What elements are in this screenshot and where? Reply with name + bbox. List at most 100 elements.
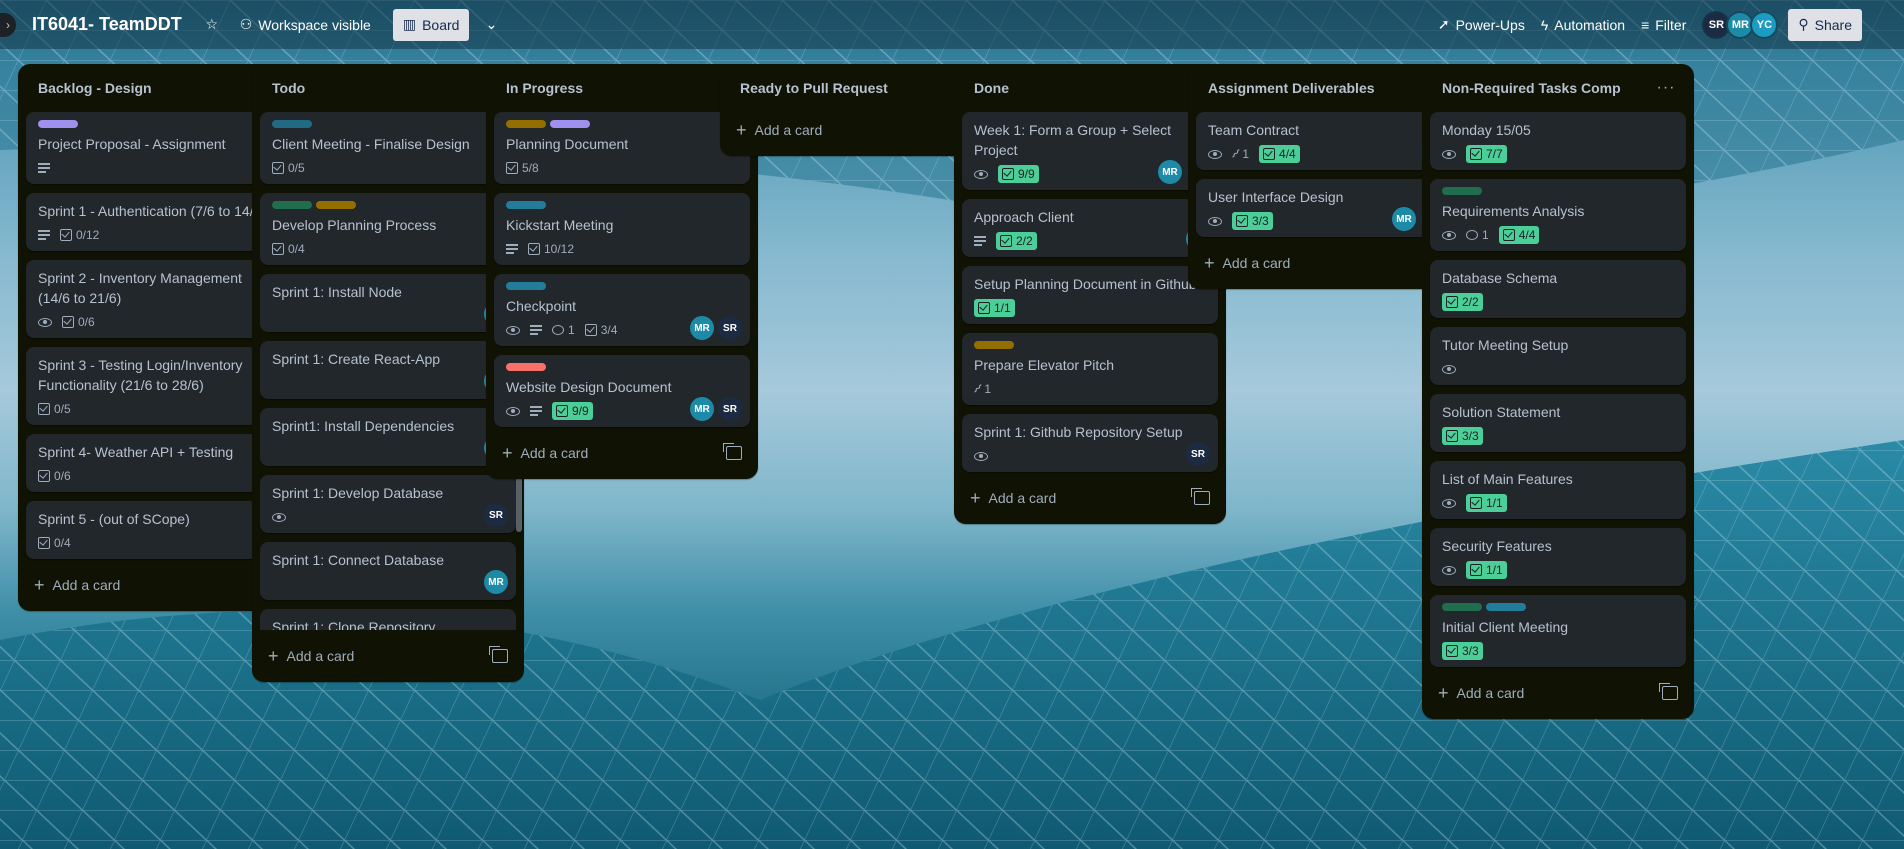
avatar[interactable]: SR: [718, 397, 742, 421]
card[interactable]: Requirements Analysis 1 4/4: [1430, 179, 1686, 251]
card[interactable]: Setup Planning Document in Github 1/1: [962, 266, 1218, 324]
list-title[interactable]: Backlog - Design: [38, 80, 152, 96]
share-button[interactable]: ⚲ Share: [1788, 8, 1862, 41]
add-card-button[interactable]: + Add a card: [970, 488, 1056, 509]
card-title: Security Features: [1442, 538, 1552, 554]
checkbox-icon: [1470, 564, 1482, 576]
add-card-button[interactable]: + Add a card: [1438, 683, 1524, 704]
board-view-button[interactable]: ▥ Board: [392, 8, 470, 41]
card-label[interactable]: [272, 120, 312, 128]
card[interactable]: Sprint 5 - (out of SCope) 0/4: [26, 501, 282, 559]
card[interactable]: Develop Planning Process 0/4: [260, 193, 516, 265]
sidebar-expand-button[interactable]: ›: [0, 12, 16, 37]
list-title[interactable]: Done: [974, 80, 1009, 96]
card-label[interactable]: [550, 120, 590, 128]
card[interactable]: Client Meeting - Finalise Design 0/5: [260, 112, 516, 184]
card[interactable]: Sprint 1 - Authentication (7/6 to 14/6) 0…: [26, 193, 282, 251]
card-label[interactable]: [38, 120, 78, 128]
card-label[interactable]: [1442, 603, 1482, 611]
card[interactable]: Sprint 1: Install NodeMR: [260, 274, 516, 332]
card-label[interactable]: [506, 282, 546, 290]
card[interactable]: Sprint 4- Weather API + Testing 0/6: [26, 434, 282, 492]
card[interactable]: Security Features 1/1: [1430, 528, 1686, 586]
checklist-count: 3/3: [1462, 644, 1479, 658]
card[interactable]: Initial Client Meeting 3/3: [1430, 595, 1686, 667]
card[interactable]: Prepare Elevator Pitch ⌇ 1: [962, 333, 1218, 405]
card[interactable]: Sprint 1: Connect Database MR: [260, 542, 516, 600]
card-label[interactable]: [272, 201, 312, 209]
card[interactable]: Project Proposal - Assignment: [26, 112, 282, 184]
avatar[interactable]: SR: [718, 316, 742, 340]
avatar[interactable]: MR: [484, 570, 508, 594]
card[interactable]: Website Design Document 9/9 MR SR: [494, 355, 750, 427]
description-badge: [530, 325, 542, 335]
attachment-count: 1: [1242, 147, 1250, 161]
card[interactable]: Solution Statement 3/3: [1430, 394, 1686, 452]
checklist-complete-badge: 2/2: [996, 232, 1037, 250]
avatar[interactable]: MR: [690, 397, 714, 421]
card[interactable]: Sprint1: Install DependenciesMR: [260, 408, 516, 466]
board-title[interactable]: IT6041- TeamDDT: [32, 14, 182, 35]
list-title[interactable]: Ready to Pull Request: [740, 80, 888, 96]
card[interactable]: Approach Client2/2MR: [962, 199, 1218, 257]
card[interactable]: Sprint 3 - Testing Login/Inventory Funct…: [26, 347, 282, 425]
card[interactable]: List of Main Features 1/1: [1430, 461, 1686, 519]
card-template-icon[interactable]: [489, 646, 508, 663]
avatar[interactable]: SR: [1186, 442, 1210, 466]
checklist-complete-badge: 2/2: [1442, 293, 1483, 311]
list-menu-button[interactable]: ···: [1654, 79, 1678, 97]
add-card-button[interactable]: + Add a card: [34, 575, 120, 596]
card[interactable]: Checkpoint 1 3/4 MR SR: [494, 274, 750, 346]
card-label[interactable]: [506, 363, 546, 371]
avatar[interactable]: MR: [690, 316, 714, 340]
checklist-count: 2/2: [1462, 295, 1479, 309]
card[interactable]: Sprint 1: Clone RepositoryMRSR: [260, 609, 516, 630]
card[interactable]: Database Schema 2/2: [1430, 260, 1686, 318]
filter-button[interactable]: ≡ Filter: [1633, 9, 1694, 41]
card[interactable]: Kickstart Meeting 10/12: [494, 193, 750, 265]
checklist-badge: 0/12: [60, 228, 99, 242]
card-label[interactable]: [316, 201, 356, 209]
add-card-button[interactable]: + Add a card: [502, 443, 588, 464]
card[interactable]: Team Contract⌇14/4SR: [1196, 112, 1452, 170]
visibility-button[interactable]: ⚇ Workspace visible: [232, 9, 379, 41]
card-template-icon[interactable]: [723, 443, 742, 460]
card-badges: 1/1: [1442, 493, 1674, 513]
card[interactable]: Planning Document 5/8: [494, 112, 750, 184]
automation-button[interactable]: ϟ Automation: [1533, 9, 1633, 41]
avatar[interactable]: MR: [1158, 160, 1182, 184]
add-card-button[interactable]: + Add a card: [268, 646, 354, 667]
card-label[interactable]: [506, 120, 546, 128]
list-title[interactable]: Assignment Deliverables: [1208, 80, 1375, 96]
card-badges: [272, 574, 504, 594]
list-title[interactable]: Non-Required Tasks Comp: [1442, 80, 1621, 96]
card-badges: 1/1: [974, 298, 1206, 318]
list-title[interactable]: In Progress: [506, 80, 583, 96]
avatar[interactable]: YC: [1750, 10, 1779, 39]
star-button[interactable]: ☆: [196, 9, 228, 41]
checkbox-icon: [1446, 296, 1458, 308]
card-template-icon[interactable]: [1191, 488, 1210, 505]
avatar[interactable]: SR: [484, 503, 508, 527]
card-label[interactable]: [506, 201, 546, 209]
card[interactable]: Sprint 2 - Inventory Management (14/6 to…: [26, 260, 282, 338]
card-label[interactable]: [1442, 187, 1482, 195]
card-label[interactable]: [974, 341, 1014, 349]
card[interactable]: Sprint 1: Github Repository Setup SR: [962, 414, 1218, 472]
avatar[interactable]: MR: [1392, 207, 1416, 231]
card-template-icon[interactable]: [1659, 683, 1678, 700]
card[interactable]: Sprint 1: Develop Database SR: [260, 475, 516, 533]
eye-icon: [1442, 498, 1456, 508]
list-header: Ready to Pull Request···: [728, 64, 984, 112]
card[interactable]: Tutor Meeting Setup: [1430, 327, 1686, 385]
add-card-button[interactable]: + Add a card: [736, 120, 822, 141]
card[interactable]: User Interface Design3/3MRSR: [1196, 179, 1452, 237]
card[interactable]: Week 1: Form a Group + Select Project 9/9…: [962, 112, 1218, 190]
list-title[interactable]: Todo: [272, 80, 305, 96]
card[interactable]: Monday 15/05 7/7: [1430, 112, 1686, 170]
card-label[interactable]: [1486, 603, 1526, 611]
views-dropdown-button[interactable]: ⌄: [475, 9, 507, 41]
add-card-button[interactable]: + Add a card: [1204, 253, 1290, 274]
card[interactable]: Sprint 1: Create React-AppMR: [260, 341, 516, 399]
powerups-button[interactable]: ➚ Power-Ups: [1430, 9, 1533, 41]
